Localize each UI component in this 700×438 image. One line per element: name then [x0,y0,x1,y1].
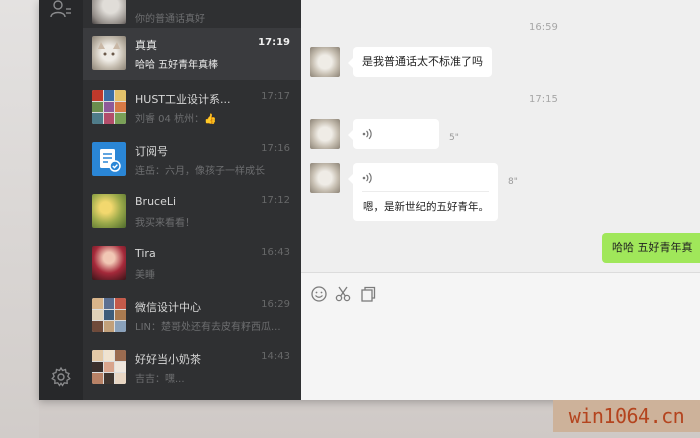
conversation-time: 14:43 [261,351,290,362]
conversation-preview: LIN：楚哥处还有去皮有籽西瓜... [135,322,281,333]
gear-icon[interactable] [50,366,72,388]
conversation-name: 微信设计中心 [135,301,201,314]
conversation-preview: 吉吉：嘿... [135,374,185,385]
thumbs-up-emoji: 👍 [204,114,217,125]
conversation-time: 16:43 [261,247,290,258]
conversation-item[interactable]: 好好当小奶茶 14:43 吉吉：嘿... [83,342,301,394]
conversation-preview: 刘睿 04 杭州：👍 [135,110,290,125]
message-text: 哈哈 五好青年真 [612,241,693,254]
conversation-item[interactable]: 微信设计中心 16:29 LIN：楚哥处还有去皮有籽西瓜... [83,290,301,342]
timestamp: 16:59 [529,22,558,33]
divider [362,191,489,192]
conversation-item[interactable]: Tira 16:43 美睡 [83,238,301,290]
conversation-time: 17:19 [258,37,290,48]
voice-icon [362,128,372,140]
desktop-background [0,0,39,438]
conversation-name: 好好当小奶茶 [135,353,201,366]
emoji-icon[interactable] [310,285,328,303]
conversation-preview: 美睡 [135,270,155,281]
outgoing-message[interactable]: 哈哈 五好青年真 [602,233,700,263]
file-icon[interactable] [359,285,377,303]
voice-icon [362,172,372,184]
conversation-item[interactable]: HUST工业设计系... 17:17 刘睿 04 杭州：👍 [83,82,301,134]
conversation-name: BruceLi [135,195,177,208]
conversation-time: 16:29 [261,299,290,310]
avatar [92,0,126,24]
timestamp: 17:15 [529,94,558,105]
wechat-window: 你的普通话真好 真真 17:19 哈哈 五好青年真棒 HUST工业设计系... … [39,0,700,400]
avatar [92,350,126,384]
avatar [92,298,126,332]
preview-text: 刘睿 04 杭州： [135,114,205,125]
voice-message[interactable] [348,119,439,149]
conversation-item[interactable]: 订阅号 17:16 连岳：六月，像孩子一样成长 [83,134,301,186]
voice-duration: 8" [508,177,518,187]
conversation-preview: 你的普通话真好 [135,14,205,25]
voice-duration: 5" [449,133,459,143]
avatar [92,246,126,280]
conversation-preview: 连岳：六月，像孩子一样成长 [135,166,265,177]
avatar[interactable] [310,163,340,193]
scissors-icon[interactable] [334,285,352,303]
conversation-preview: 我买来看看！ [135,218,195,229]
conversation-list: 你的普通话真好 真真 17:19 哈哈 五好青年真棒 HUST工业设计系... … [83,0,301,400]
avatar[interactable] [310,119,340,149]
watermark-text: win1064.cn [553,400,700,432]
conversation-name: 真真 [135,39,157,52]
message-bubble[interactable]: 是我普通话太不标准了吗 [348,47,492,77]
conversation-item[interactable]: 真真 17:19 哈哈 五好青年真棒 [83,28,301,80]
avatar [92,142,126,176]
conversation-item[interactable]: BruceLi 17:12 我买来看看！ [83,186,301,238]
message-composer[interactable] [301,272,700,400]
contacts-icon[interactable] [50,0,72,22]
article-icon [100,149,121,172]
avatar [92,36,126,70]
nav-bar [39,0,83,400]
conversation-time: 17:16 [261,143,290,154]
conversation-name: HUST工业设计系... [135,93,231,106]
avatar [92,194,126,228]
conversation-time: 17:17 [261,91,290,102]
conversation-name: 订阅号 [135,145,168,158]
avatar[interactable] [310,47,340,77]
avatar [92,90,126,124]
message-text: 是我普通话太不标准了吗 [362,55,483,68]
conversation-time: 17:12 [261,195,290,206]
voice-transcript: 嗯，是新世纪的五好青年。 [363,201,489,213]
conversation-preview: 哈哈 五好青年真棒 [135,60,219,71]
conversation-name: Tira [135,247,156,260]
voice-message[interactable]: 嗯，是新世纪的五好青年。 [348,163,498,221]
chat-panel: 16:59 是我普通话太不标准了吗 17:15 5" 嗯，是新世纪的五好青年。 … [301,0,700,400]
